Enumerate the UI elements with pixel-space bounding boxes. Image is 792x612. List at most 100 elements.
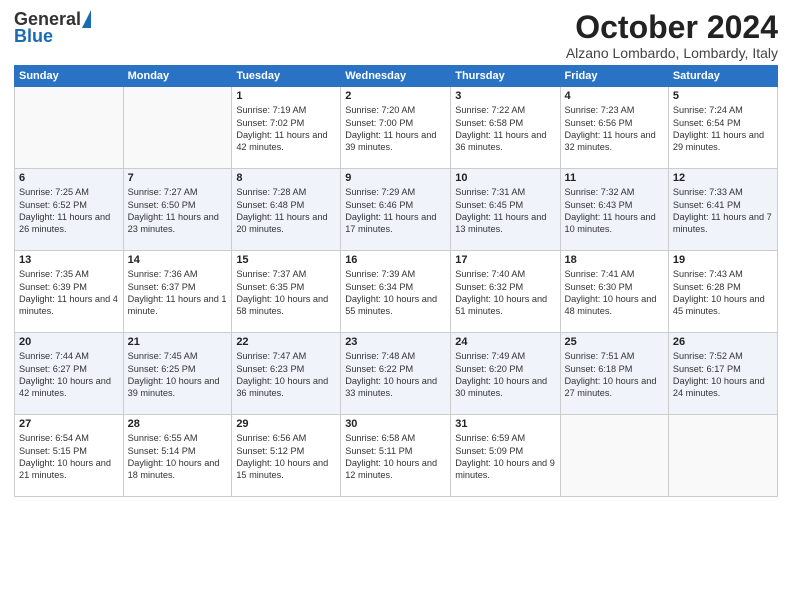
day-number: 18: [565, 254, 664, 266]
day-number: 22: [236, 336, 336, 348]
calendar-cell: 12 Sunrise: 7:33 AMSunset: 6:41 PMDayligh…: [668, 169, 777, 251]
day-number: 27: [19, 418, 119, 430]
cell-content: Sunrise: 7:35 AMSunset: 6:39 PMDaylight:…: [19, 268, 119, 318]
cell-content: Sunrise: 7:19 AMSunset: 7:02 PMDaylight:…: [236, 104, 336, 154]
day-number: 20: [19, 336, 119, 348]
cell-content: Sunrise: 7:40 AMSunset: 6:32 PMDaylight:…: [455, 268, 555, 318]
day-number: 12: [673, 172, 773, 184]
cell-content: Sunrise: 7:52 AMSunset: 6:17 PMDaylight:…: [673, 350, 773, 400]
calendar-cell: [15, 87, 124, 169]
day-number: 17: [455, 254, 555, 266]
cell-content: Sunrise: 7:37 AMSunset: 6:35 PMDaylight:…: [236, 268, 336, 318]
calendar-cell: 6 Sunrise: 7:25 AMSunset: 6:52 PMDaylight…: [15, 169, 124, 251]
logo-triangle-icon: [82, 10, 91, 28]
day-number: 31: [455, 418, 555, 430]
day-number: 10: [455, 172, 555, 184]
cell-content: Sunrise: 7:33 AMSunset: 6:41 PMDaylight:…: [673, 186, 773, 236]
calendar-cell: 20 Sunrise: 7:44 AMSunset: 6:27 PMDayligh…: [15, 333, 124, 415]
cell-content: Sunrise: 7:27 AMSunset: 6:50 PMDaylight:…: [128, 186, 228, 236]
day-number: 21: [128, 336, 228, 348]
header-tuesday: Tuesday: [232, 66, 341, 87]
cell-content: Sunrise: 6:59 AMSunset: 5:09 PMDaylight:…: [455, 432, 555, 482]
header-monday: Monday: [123, 66, 232, 87]
logo: General Blue: [14, 10, 91, 47]
cell-content: Sunrise: 6:55 AMSunset: 5:14 PMDaylight:…: [128, 432, 228, 482]
day-number: 5: [673, 90, 773, 102]
calendar-cell: 10 Sunrise: 7:31 AMSunset: 6:45 PMDayligh…: [451, 169, 560, 251]
calendar-cell: [668, 415, 777, 497]
calendar-cell: 21 Sunrise: 7:45 AMSunset: 6:25 PMDayligh…: [123, 333, 232, 415]
cell-content: Sunrise: 7:39 AMSunset: 6:34 PMDaylight:…: [345, 268, 446, 318]
cell-content: Sunrise: 7:43 AMSunset: 6:28 PMDaylight:…: [673, 268, 773, 318]
day-number: 29: [236, 418, 336, 430]
calendar-week-5: 27Sunrise: 6:54 AMSunset: 5:15 PMDayligh…: [15, 415, 778, 497]
calendar-cell: 22 Sunrise: 7:47 AMSunset: 6:23 PMDayligh…: [232, 333, 341, 415]
calendar-cell: 16 Sunrise: 7:39 AMSunset: 6:34 PMDayligh…: [341, 251, 451, 333]
day-number: 7: [128, 172, 228, 184]
calendar-cell: 31 Sunrise: 6:59 AMSunset: 5:09 PMDayligh…: [451, 415, 560, 497]
calendar-cell: 4 Sunrise: 7:23 AMSunset: 6:56 PMDaylight…: [560, 87, 668, 169]
cell-content: Sunrise: 7:22 AMSunset: 6:58 PMDaylight:…: [455, 104, 555, 154]
day-number: 25: [565, 336, 664, 348]
calendar-cell: 11 Sunrise: 7:32 AMSunset: 6:43 PMDayligh…: [560, 169, 668, 251]
location-subtitle: Alzano Lombardo, Lombardy, Italy: [566, 45, 778, 61]
calendar-week-4: 20 Sunrise: 7:44 AMSunset: 6:27 PMDayligh…: [15, 333, 778, 415]
calendar-cell: 23 Sunrise: 7:48 AMSunset: 6:22 PMDayligh…: [341, 333, 451, 415]
cell-content: Sunrise: 7:48 AMSunset: 6:22 PMDaylight:…: [345, 350, 446, 400]
day-number: 19: [673, 254, 773, 266]
day-number: 4: [565, 90, 664, 102]
calendar-cell: 27Sunrise: 6:54 AMSunset: 5:15 PMDayligh…: [15, 415, 124, 497]
calendar-cell: 15Sunrise: 7:37 AMSunset: 6:35 PMDayligh…: [232, 251, 341, 333]
cell-content: Sunrise: 7:44 AMSunset: 6:27 PMDaylight:…: [19, 350, 119, 400]
header-saturday: Saturday: [668, 66, 777, 87]
cell-content: Sunrise: 7:31 AMSunset: 6:45 PMDaylight:…: [455, 186, 555, 236]
calendar-cell: 5 Sunrise: 7:24 AMSunset: 6:54 PMDaylight…: [668, 87, 777, 169]
calendar-cell: 28 Sunrise: 6:55 AMSunset: 5:14 PMDayligh…: [123, 415, 232, 497]
calendar-cell: 24 Sunrise: 7:49 AMSunset: 6:20 PMDayligh…: [451, 333, 560, 415]
calendar-cell: 29 Sunrise: 6:56 AMSunset: 5:12 PMDayligh…: [232, 415, 341, 497]
day-number: 14: [128, 254, 228, 266]
header-wednesday: Wednesday: [341, 66, 451, 87]
cell-content: Sunrise: 7:49 AMSunset: 6:20 PMDaylight:…: [455, 350, 555, 400]
day-number: 9: [345, 172, 446, 184]
cell-content: Sunrise: 7:24 AMSunset: 6:54 PMDaylight:…: [673, 104, 773, 154]
calendar-cell: 7 Sunrise: 7:27 AMSunset: 6:50 PMDaylight…: [123, 169, 232, 251]
calendar-cell: 17 Sunrise: 7:40 AMSunset: 6:32 PMDayligh…: [451, 251, 560, 333]
header-friday: Friday: [560, 66, 668, 87]
day-number: 23: [345, 336, 446, 348]
calendar-cell: 26Sunrise: 7:52 AMSunset: 6:17 PMDayligh…: [668, 333, 777, 415]
cell-content: Sunrise: 7:28 AMSunset: 6:48 PMDaylight:…: [236, 186, 336, 236]
day-number: 8: [236, 172, 336, 184]
calendar-cell: [123, 87, 232, 169]
day-number: 1: [236, 90, 336, 102]
cell-content: Sunrise: 7:23 AMSunset: 6:56 PMDaylight:…: [565, 104, 664, 154]
calendar-cell: 13Sunrise: 7:35 AMSunset: 6:39 PMDayligh…: [15, 251, 124, 333]
cell-content: Sunrise: 7:20 AMSunset: 7:00 PMDaylight:…: [345, 104, 446, 154]
calendar-cell: 9 Sunrise: 7:29 AMSunset: 6:46 PMDaylight…: [341, 169, 451, 251]
calendar-cell: 2Sunrise: 7:20 AMSunset: 7:00 PMDaylight…: [341, 87, 451, 169]
day-number: 28: [128, 418, 228, 430]
header-sunday: Sunday: [15, 66, 124, 87]
day-number: 16: [345, 254, 446, 266]
calendar-week-1: 1 Sunrise: 7:19 AMSunset: 7:02 PMDaylight…: [15, 87, 778, 169]
cell-content: Sunrise: 6:56 AMSunset: 5:12 PMDaylight:…: [236, 432, 336, 482]
title-block: October 2024 Alzano Lombardo, Lombardy, …: [566, 10, 778, 61]
calendar-week-2: 6 Sunrise: 7:25 AMSunset: 6:52 PMDaylight…: [15, 169, 778, 251]
logo-blue: Blue: [14, 26, 53, 46]
day-number: 24: [455, 336, 555, 348]
month-title: October 2024: [566, 10, 778, 45]
day-number: 11: [565, 172, 664, 184]
calendar-week-3: 13Sunrise: 7:35 AMSunset: 6:39 PMDayligh…: [15, 251, 778, 333]
cell-content: Sunrise: 7:47 AMSunset: 6:23 PMDaylight:…: [236, 350, 336, 400]
cell-content: Sunrise: 6:58 AMSunset: 5:11 PMDaylight:…: [345, 432, 446, 482]
cell-content: Sunrise: 7:25 AMSunset: 6:52 PMDaylight:…: [19, 186, 119, 236]
day-number: 6: [19, 172, 119, 184]
calendar-cell: 25Sunrise: 7:51 AMSunset: 6:18 PMDayligh…: [560, 333, 668, 415]
calendar-cell: 1 Sunrise: 7:19 AMSunset: 7:02 PMDaylight…: [232, 87, 341, 169]
cell-content: Sunrise: 7:32 AMSunset: 6:43 PMDaylight:…: [565, 186, 664, 236]
header-thursday: Thursday: [451, 66, 560, 87]
day-number: 30: [345, 418, 446, 430]
cell-content: Sunrise: 7:45 AMSunset: 6:25 PMDaylight:…: [128, 350, 228, 400]
calendar-cell: [560, 415, 668, 497]
cell-content: Sunrise: 7:29 AMSunset: 6:46 PMDaylight:…: [345, 186, 446, 236]
